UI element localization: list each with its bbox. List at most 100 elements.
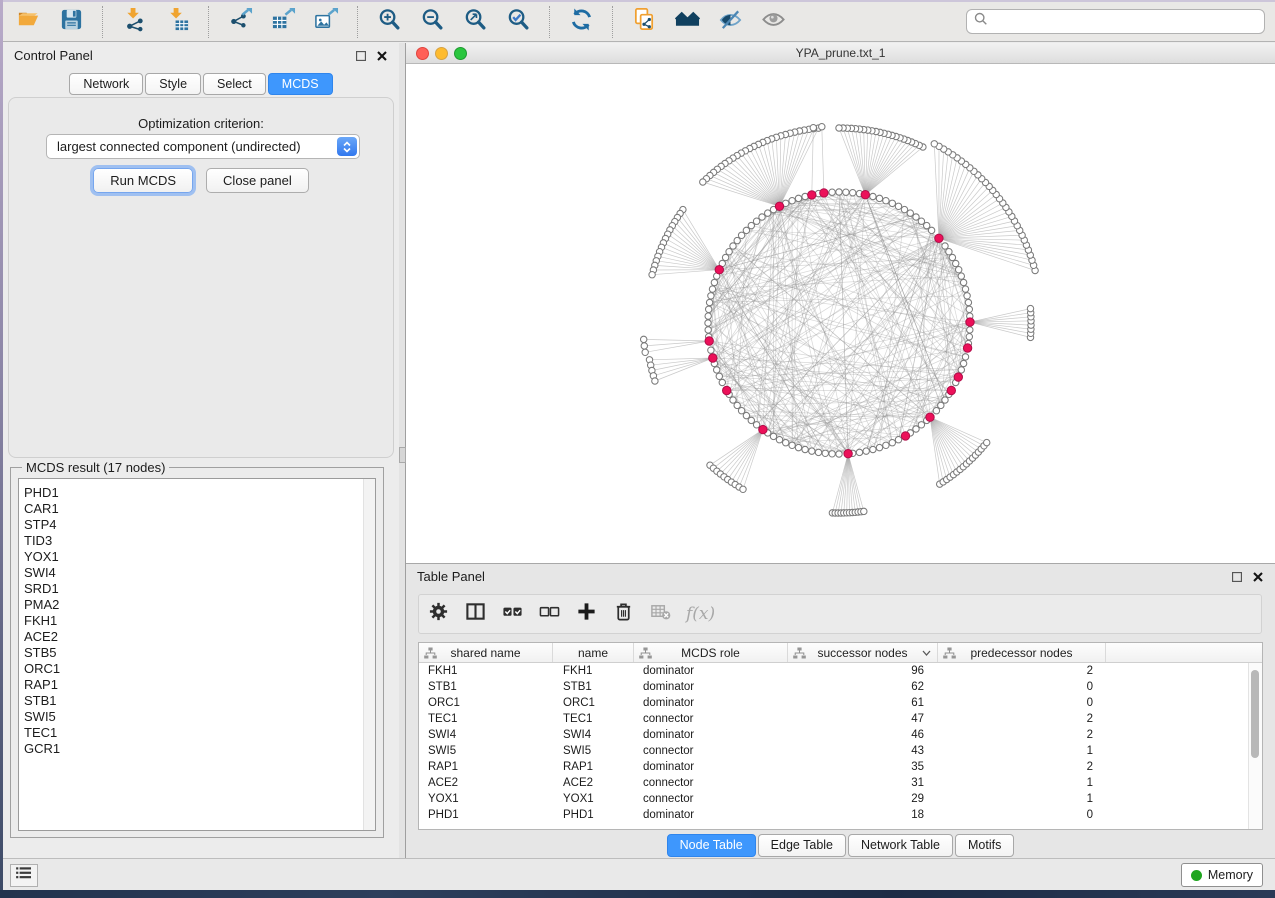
close-panel-button[interactable]: Close panel — [206, 168, 309, 193]
network-node[interactable] — [967, 327, 973, 333]
leaf-node[interactable] — [740, 486, 746, 492]
mcds-result-item[interactable]: PMA2 — [24, 597, 375, 613]
network-node[interactable] — [913, 214, 919, 220]
network-node[interactable] — [942, 243, 948, 249]
mcds-result-item[interactable]: FKH1 — [24, 613, 375, 629]
mcds-node[interactable] — [715, 266, 723, 274]
network-node[interactable] — [856, 449, 862, 455]
network-node[interactable] — [765, 210, 771, 216]
network-node[interactable] — [708, 347, 714, 353]
network-node[interactable] — [809, 448, 815, 454]
node-table-row[interactable]: ACE2ACE2connector311 — [419, 775, 1249, 791]
export-image-button[interactable] — [313, 9, 339, 35]
close-panel-icon[interactable] — [377, 49, 387, 64]
delete-column-button[interactable] — [612, 603, 634, 625]
network-node[interactable] — [795, 444, 801, 450]
network-node[interactable] — [795, 195, 801, 201]
node-table-row[interactable]: PHD1PHD1dominator180 — [419, 807, 1249, 823]
network-node[interactable] — [726, 249, 732, 255]
node-table-row[interactable]: RAP1RAP1dominator352 — [419, 759, 1249, 775]
mcds-result-item[interactable]: GCR1 — [24, 741, 375, 757]
network-node[interactable] — [711, 279, 717, 285]
mcds-result-item[interactable]: ACE2 — [24, 629, 375, 645]
zoom-selected-button[interactable] — [505, 9, 531, 35]
table-tab-network-table[interactable]: Network Table — [848, 834, 953, 857]
mcds-node[interactable] — [759, 425, 767, 433]
node-table-row[interactable]: STB1STB1dominator620 — [419, 679, 1249, 695]
network-node[interactable] — [836, 189, 842, 195]
mcds-node[interactable] — [935, 234, 943, 242]
network-node[interactable] — [706, 306, 712, 312]
mcds-result-item[interactable]: YOX1 — [24, 549, 375, 565]
table-scrollbar-thumb[interactable] — [1251, 670, 1259, 758]
select-all-button[interactable] — [501, 603, 523, 625]
open-session-button[interactable] — [15, 9, 41, 35]
network-node[interactable] — [714, 367, 720, 373]
splitter-grip[interactable] — [399, 447, 406, 463]
network-node[interactable] — [706, 299, 712, 305]
leaf-node[interactable] — [700, 179, 706, 185]
network-node[interactable] — [946, 249, 952, 255]
network-node[interactable] — [716, 373, 722, 379]
network-node[interactable] — [960, 279, 966, 285]
mcds-node[interactable] — [705, 337, 713, 345]
mcds-result-item[interactable]: PHD1 — [24, 485, 375, 501]
mcds-node[interactable] — [966, 318, 974, 326]
window-maximize-icon[interactable] — [454, 47, 467, 60]
node-table-row[interactable]: TEC1TEC1connector472 — [419, 711, 1249, 727]
leaf-node[interactable] — [861, 508, 867, 514]
hide-selected-button[interactable] — [717, 9, 743, 35]
network-node[interactable] — [895, 203, 901, 209]
mcds-result-item[interactable]: RAP1 — [24, 677, 375, 693]
node-table-row[interactable]: FKH1FKH1dominator962 — [419, 663, 1249, 679]
network-node[interactable] — [918, 422, 924, 428]
network-node[interactable] — [738, 232, 744, 238]
table-tab-edge-table[interactable]: Edge Table — [758, 834, 846, 857]
network-node[interactable] — [722, 254, 728, 260]
leaf-node[interactable] — [642, 349, 648, 355]
mcds-result-item[interactable]: CAR1 — [24, 501, 375, 517]
memory-button[interactable]: Memory — [1181, 863, 1263, 887]
network-node[interactable] — [966, 306, 972, 312]
network-node[interactable] — [705, 327, 711, 333]
close-panel-icon[interactable] — [1253, 570, 1263, 585]
control-tab-mcds[interactable]: MCDS — [268, 73, 333, 95]
mcds-result-item[interactable]: TID3 — [24, 533, 375, 549]
deselect-all-button[interactable] — [538, 603, 560, 625]
new-network-from-selection-button[interactable] — [631, 9, 657, 35]
network-node[interactable] — [748, 417, 754, 423]
window-close-icon[interactable] — [416, 47, 429, 60]
result-list-scrollbar[interactable] — [363, 479, 375, 830]
apply-layout-button[interactable] — [568, 9, 594, 35]
network-node[interactable] — [965, 299, 971, 305]
leaf-node[interactable] — [810, 125, 816, 131]
mcds-node[interactable] — [926, 413, 934, 421]
network-node[interactable] — [776, 437, 782, 443]
network-node[interactable] — [870, 446, 876, 452]
control-tab-network[interactable]: Network — [69, 73, 143, 95]
export-table-button[interactable] — [270, 9, 296, 35]
network-node[interactable] — [953, 260, 959, 266]
save-session-button[interactable] — [58, 9, 84, 35]
mcds-result-item[interactable]: STB5 — [24, 645, 375, 661]
mcds-result-item[interactable]: TEC1 — [24, 725, 375, 741]
leaf-node[interactable] — [836, 125, 842, 131]
mcds-result-item[interactable]: STB1 — [24, 693, 375, 709]
window-minimize-icon[interactable] — [435, 47, 448, 60]
zoom-out-button[interactable] — [419, 9, 445, 35]
float-panel-icon[interactable] — [356, 49, 366, 64]
network-node[interactable] — [883, 198, 889, 204]
export-network-button[interactable] — [227, 9, 253, 35]
leaf-node[interactable] — [819, 124, 825, 130]
network-node[interactable] — [962, 354, 968, 360]
network-node[interactable] — [783, 440, 789, 446]
network-node[interactable] — [719, 379, 725, 385]
mcds-node[interactable] — [861, 191, 869, 199]
node-table-row[interactable]: YOX1YOX1connector291 — [419, 791, 1249, 807]
add-column-button[interactable] — [575, 603, 597, 625]
leaf-node[interactable] — [641, 343, 647, 349]
network-node[interactable] — [933, 408, 939, 414]
network-node[interactable] — [789, 198, 795, 204]
node-table-row[interactable]: SWI5SWI5connector431 — [419, 743, 1249, 759]
network-node[interactable] — [895, 437, 901, 443]
